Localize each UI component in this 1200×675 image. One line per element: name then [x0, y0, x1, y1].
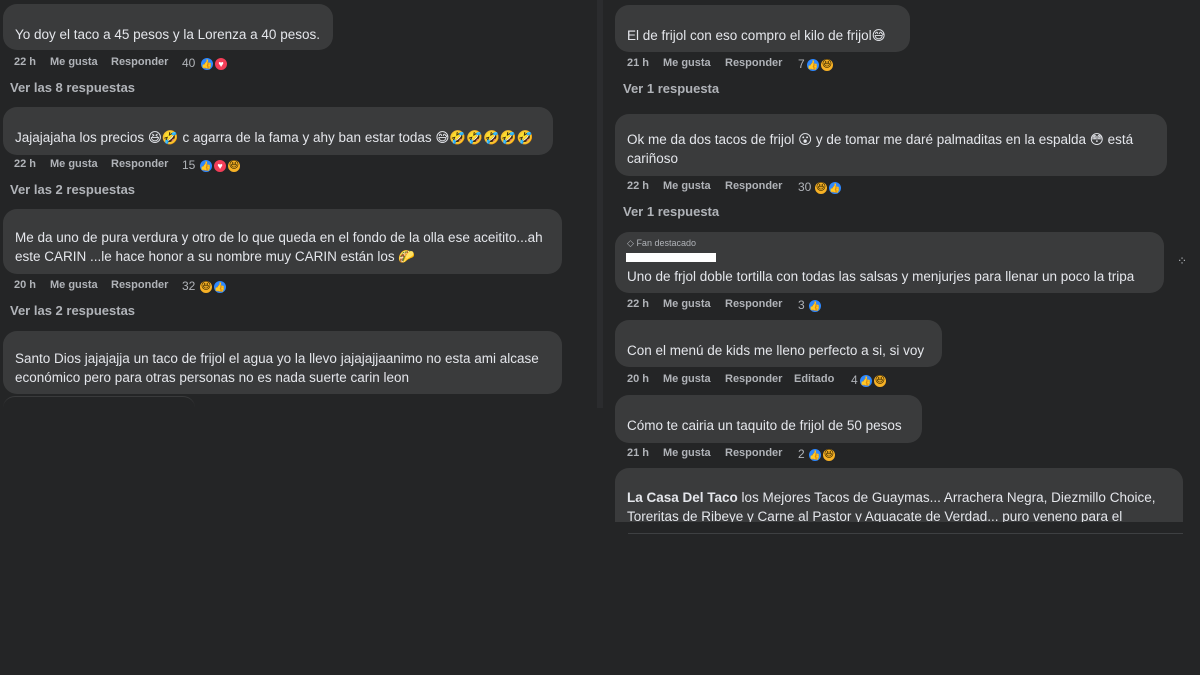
like-button[interactable]: Me gusta [50, 279, 98, 291]
comment-text-line-1: Santo Dios jajajajja un taco de frijol e… [15, 351, 539, 366]
comment-text: Yo doy el taco a 45 pesos y la Lorenza a… [15, 27, 320, 42]
love-icon: ♥ [213, 56, 229, 72]
reply-button[interactable]: Responder [725, 57, 782, 69]
comment-time[interactable]: 22 h [627, 180, 649, 192]
reaction-count[interactable]: 2 [798, 447, 805, 461]
next-comment-edge [3, 396, 195, 410]
view-replies-link[interactable]: Ver 1 respuesta [623, 81, 719, 96]
comment-time[interactable]: 22 h [14, 56, 36, 68]
left-comment-panel: Yo doy el taco a 45 pesos y la Lorenza a… [0, 0, 580, 675]
comment-text: El de frijol con eso compro el kilo de f… [627, 28, 886, 43]
reply-button[interactable]: Responder [725, 180, 782, 192]
like-icon: 👍 [827, 180, 843, 196]
view-replies-link[interactable]: Ver las 2 respuestas [10, 303, 135, 318]
reply-button[interactable]: Responder [725, 298, 782, 310]
reply-button[interactable]: Responder [111, 158, 168, 170]
options-dots-icon[interactable]: ⁘ [1177, 254, 1187, 268]
reply-button[interactable]: Responder [725, 373, 782, 385]
haha-icon: 😆 [872, 373, 888, 389]
reaction-count[interactable]: 15 [182, 158, 195, 172]
comment-text-line-1: La Casa Del Taco los Mejores Tacos de Gu… [627, 488, 1155, 508]
comment-bubble: Jajajajaha los precios 😆🤣 c agarra de la… [3, 107, 553, 155]
comment-time[interactable]: 20 h [627, 373, 649, 385]
scroll-boundary [628, 533, 1183, 534]
comment-text: Con el menú de kids me lleno perfecto a … [627, 343, 925, 358]
reply-button[interactable]: Responder [725, 447, 782, 459]
like-button[interactable]: Me gusta [50, 158, 98, 170]
like-button[interactable]: Me gusta [50, 56, 98, 68]
comment-time[interactable]: 21 h [627, 57, 649, 69]
comment-time[interactable]: 22 h [627, 298, 649, 310]
comment-text: Cómo te cairia un taquito de frijol de 5… [627, 418, 902, 433]
like-button[interactable]: Me gusta [663, 180, 711, 192]
diamond-icon: ◇ [627, 238, 634, 248]
reaction-count[interactable]: 7 [798, 57, 805, 71]
comment-bubble: El de frijol con eso compro el kilo de f… [615, 5, 910, 52]
haha-icon: 😆 [819, 57, 835, 73]
comment-text-line-2: este CARIN ...le hace honor a su nombre … [15, 249, 416, 264]
comment-text-rest: los Mejores Tacos de Guaymas... Arracher… [737, 490, 1156, 505]
reply-button[interactable]: Responder [111, 56, 168, 68]
column-divider [597, 0, 603, 408]
reaction-count[interactable]: 3 [798, 298, 805, 312]
comment-text-line-1: Me da uno de pura verdura y otro de lo q… [15, 230, 543, 245]
comment-bubble: Con el menú de kids me lleno perfecto a … [615, 320, 942, 367]
fan-badge: ◇ Fan destacado [627, 238, 696, 249]
comment-bubble: Me da uno de pura verdura y otro de lo q… [3, 209, 562, 274]
reply-button[interactable]: Responder [111, 279, 168, 291]
comment-bubble: Cómo te cairia un taquito de frijol de 5… [615, 395, 922, 443]
comment-time[interactable]: 20 h [14, 279, 36, 291]
comment-text-line-2: económico pero para otras personas no es… [15, 370, 409, 385]
comment-text-line-2: Toreritas de Ribeye y Carne al Pastor y … [627, 509, 1123, 522]
haha-icon: 😆 [821, 447, 837, 463]
edited-label[interactable]: Editado [794, 373, 834, 385]
comment-bubble: ◇ Fan destacado Uno de frjol doble torti… [615, 232, 1164, 293]
comment-text-line-2: cariñoso [627, 151, 679, 166]
reaction-count[interactable]: 40 [182, 56, 195, 70]
comment-bubble: Ok me da dos tacos de frijol 😮 y de toma… [615, 114, 1167, 176]
comment-time[interactable]: 22 h [14, 158, 36, 170]
comment-bubble: Yo doy el taco a 45 pesos y la Lorenza a… [3, 4, 333, 50]
fan-badge-label: Fan destacado [636, 238, 696, 248]
like-icon: 👍 [212, 279, 228, 295]
reaction-count[interactable]: 30 [798, 180, 811, 194]
redacted-author-name [626, 253, 716, 262]
like-button[interactable]: Me gusta [663, 447, 711, 459]
haha-icon: 😆 [226, 158, 242, 174]
view-replies-link[interactable]: Ver las 8 respuestas [10, 80, 135, 95]
page-mention-link[interactable]: La Casa Del Taco [627, 490, 738, 505]
reaction-count[interactable]: 32 [182, 279, 195, 293]
view-replies-link[interactable]: Ver las 2 respuestas [10, 182, 135, 197]
comment-text-line-1: Ok me da dos tacos de frijol 😮 y de toma… [627, 132, 1134, 147]
reaction-count[interactable]: 4 [851, 373, 858, 387]
like-button[interactable]: Me gusta [663, 298, 711, 310]
comment-bubble: Santo Dios jajajajja un taco de frijol e… [3, 331, 562, 394]
like-button[interactable]: Me gusta [663, 57, 711, 69]
comment-text: Uno de frjol doble tortilla con todas la… [627, 269, 1135, 284]
view-replies-link[interactable]: Ver 1 respuesta [623, 204, 719, 219]
comment-bubble: La Casa Del Taco los Mejores Tacos de Gu… [615, 468, 1183, 522]
like-button[interactable]: Me gusta [663, 373, 711, 385]
comment-time[interactable]: 21 h [627, 447, 649, 459]
comment-text: Jajajajaha los precios 😆🤣 c agarra de la… [15, 130, 534, 145]
like-icon: 👍 [807, 298, 823, 314]
right-comment-panel: El de frijol con eso compro el kilo de f… [612, 0, 1200, 675]
